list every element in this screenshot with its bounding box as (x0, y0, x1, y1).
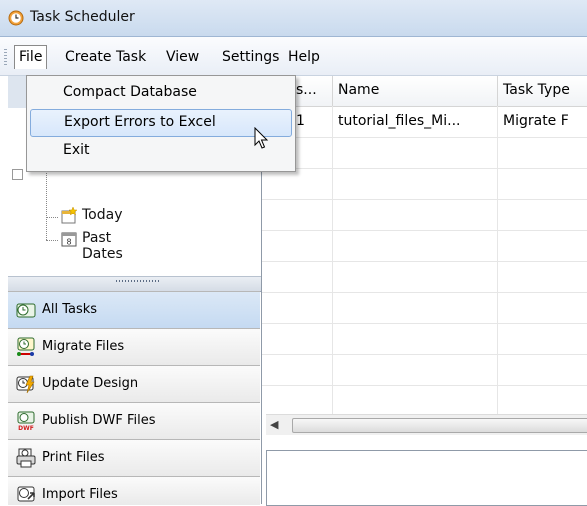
nav-label: Migrate Files (42, 339, 125, 354)
menu-bar: File Create Task View Settings Help (0, 37, 587, 76)
column-header-label: Name (338, 82, 380, 98)
menu-help[interactable]: Help (284, 47, 324, 67)
table-row[interactable] (262, 293, 587, 324)
tree-connector (46, 240, 58, 241)
column-header-label: s... (296, 82, 317, 98)
table-row[interactable] (262, 262, 587, 293)
menu-item-export-errors[interactable]: Export Errors to Excel (30, 109, 292, 137)
column-header-label: Task Type (503, 82, 570, 98)
tree-connector (46, 217, 58, 218)
table-row[interactable] (262, 355, 587, 386)
pane-splitter[interactable] (8, 276, 261, 292)
update-design-icon (16, 375, 35, 394)
task-grid: s... Name Task Type 1 tutorial_files_Mi.… (262, 76, 587, 424)
cell-name: tutorial_files_Mi... (338, 113, 461, 129)
tree-item-label: Past Dates (82, 230, 123, 262)
menu-item-label: Exit (63, 142, 90, 158)
tree-item-label: Today (82, 207, 123, 223)
scroll-thumb[interactable] (292, 418, 587, 433)
menu-settings[interactable]: Settings (218, 47, 283, 67)
tree-expander[interactable] (12, 169, 23, 180)
detail-pane (266, 450, 587, 506)
migrate-files-icon (17, 337, 35, 356)
menu-item-label: Export Errors to Excel (64, 114, 216, 130)
table-row[interactable] (262, 200, 587, 231)
print-files-icon (16, 448, 36, 468)
file-menu-dropdown: Compact Database Export Errors to Excel … (26, 75, 296, 172)
title-bar: Task Scheduler (0, 0, 587, 37)
toolbar-grip[interactable] (4, 49, 7, 65)
nav-print-files[interactable]: Print Files (8, 439, 260, 476)
svg-text:DWF: DWF (18, 425, 34, 431)
import-files-icon (17, 486, 35, 502)
calendar-icon: 8 (61, 232, 77, 247)
table-row[interactable] (262, 169, 587, 200)
table-row[interactable]: 1 tutorial_files_Mi... Migrate F (262, 107, 587, 138)
menu-item-exit[interactable]: Exit (30, 138, 290, 164)
nav-label: Import Files (42, 487, 118, 502)
publish-dwf-icon: DWF (17, 411, 35, 431)
table-row[interactable] (262, 324, 587, 355)
svg-text:8: 8 (66, 238, 71, 247)
clock-icon (8, 10, 24, 26)
menu-view[interactable]: View (162, 47, 203, 67)
menu-item-compact-database[interactable]: Compact Database (30, 80, 290, 106)
window-title: Task Scheduler (30, 9, 135, 25)
table-row[interactable] (262, 231, 587, 262)
table-row[interactable] (262, 386, 587, 416)
menu-file[interactable]: File (14, 45, 48, 69)
nav-migrate-files[interactable]: Migrate Files (8, 328, 260, 365)
all-tasks-icon (16, 303, 36, 318)
nav-label: Print Files (42, 450, 105, 465)
horizontal-scrollbar[interactable]: ◀ (266, 414, 587, 435)
nav-label: Publish DWF Files (42, 413, 156, 428)
mouse-cursor-icon (254, 127, 269, 149)
nav-label: All Tasks (42, 302, 98, 317)
nav-label: Update Design (42, 376, 139, 391)
calendar-star-icon (61, 207, 78, 224)
splitter-grip (116, 280, 160, 282)
menu-create-task[interactable]: Create Task (61, 47, 150, 67)
column-header-task-type[interactable]: Task Type (498, 76, 587, 107)
nav-all-tasks[interactable]: All Tasks (8, 291, 260, 328)
nav-import-files[interactable]: Import Files (8, 476, 260, 505)
table-row[interactable] (262, 138, 587, 169)
nav-update-design[interactable]: Update Design (8, 365, 260, 402)
cell-task-type: Migrate F (503, 113, 569, 129)
column-header-name[interactable]: Name (333, 76, 498, 107)
scroll-left-icon[interactable]: ◀ (270, 418, 278, 431)
cell-id: 1 (296, 113, 305, 129)
nav-publish-dwf-files[interactable]: DWF Publish DWF Files (8, 402, 260, 439)
menu-item-label: Compact Database (63, 84, 197, 100)
